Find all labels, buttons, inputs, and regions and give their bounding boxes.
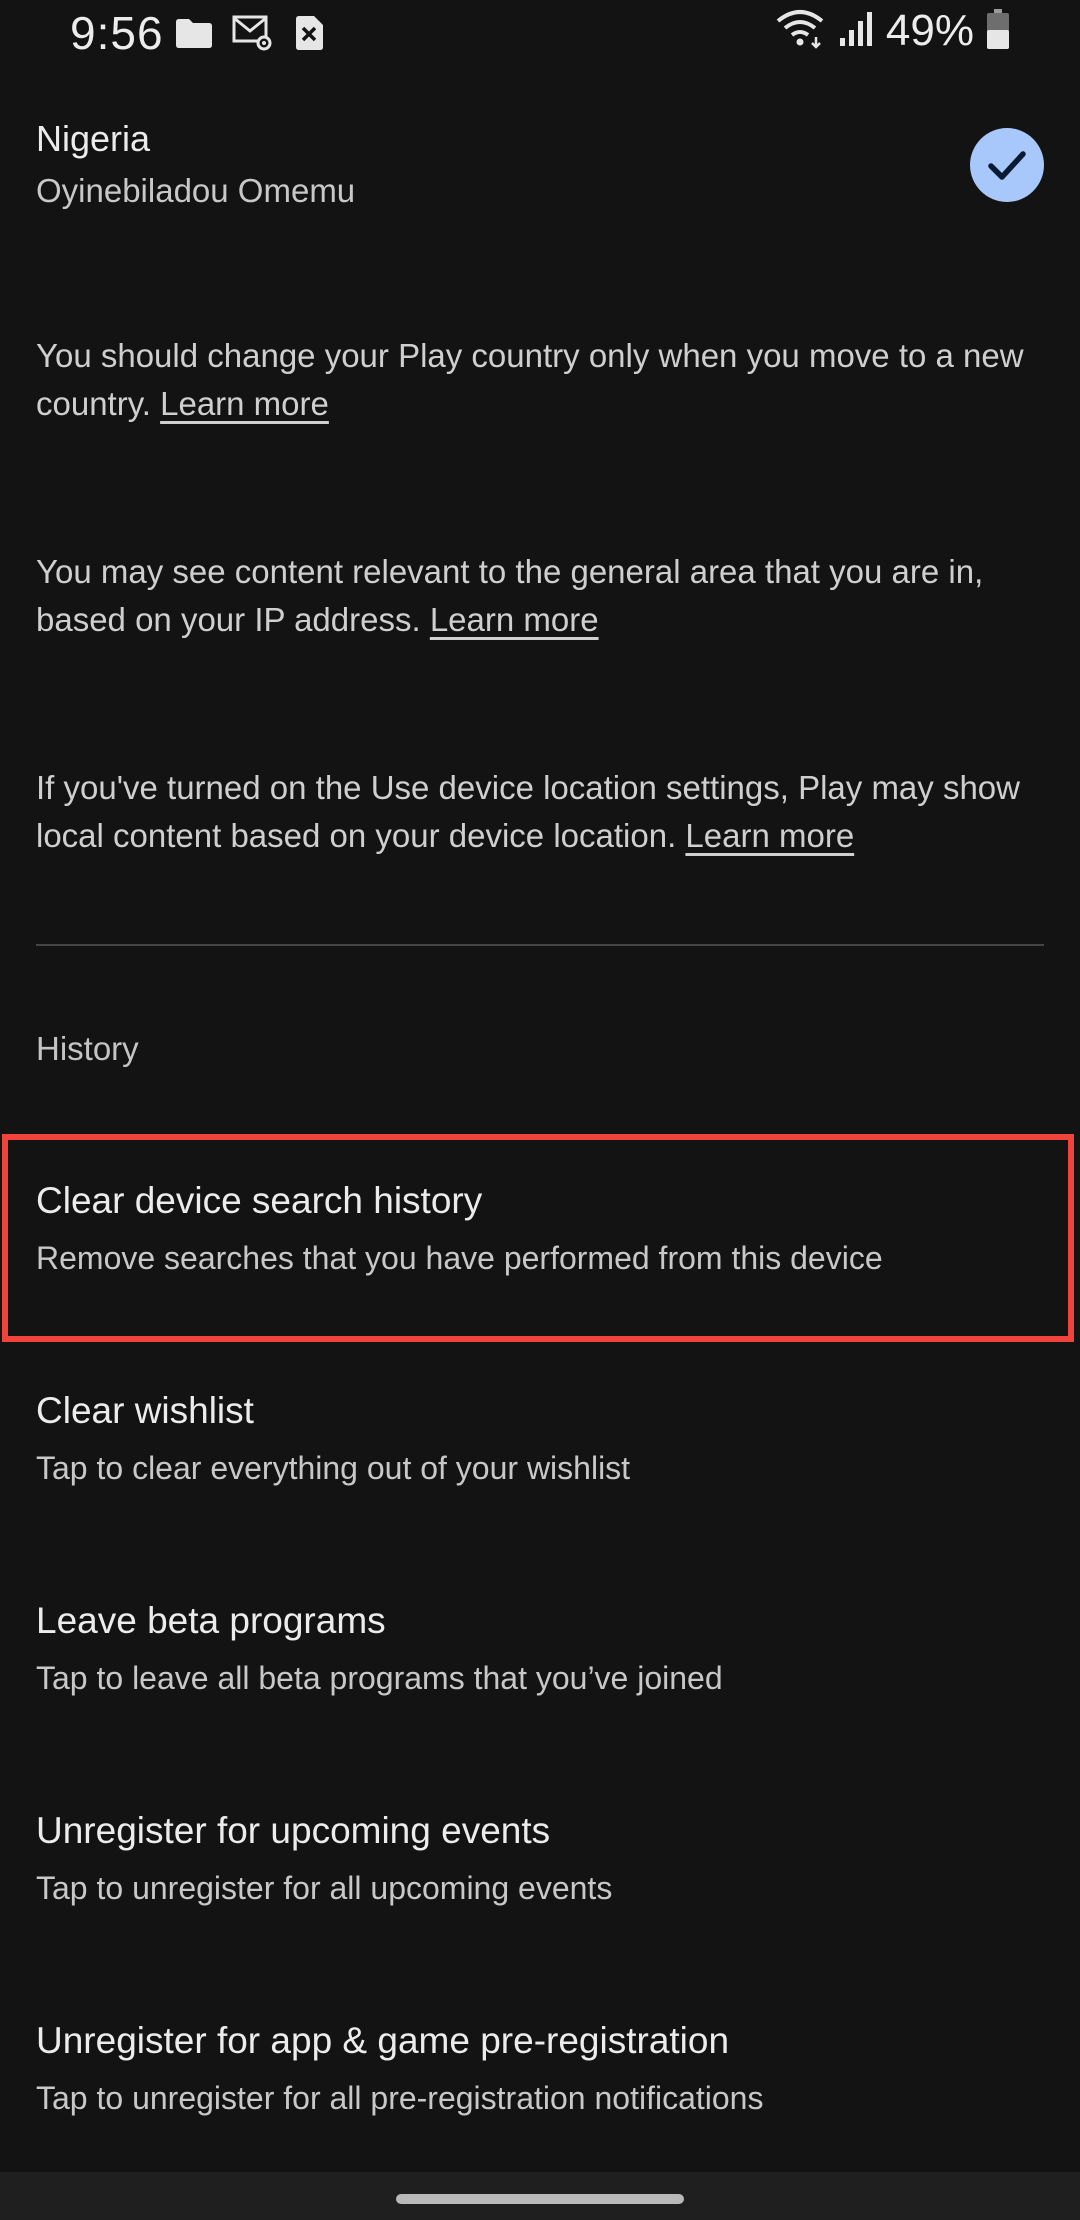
info-paragraph-device-location: If you've turned on the Use device locat… bbox=[36, 764, 1046, 860]
setting-title: Unregister for app & game pre-registrati… bbox=[36, 2020, 730, 2061]
status-right: 49% bbox=[774, 6, 1010, 56]
folder-icon bbox=[174, 16, 214, 55]
selected-check-icon bbox=[970, 128, 1044, 202]
signal-icon bbox=[838, 10, 874, 53]
battery-icon bbox=[986, 8, 1010, 55]
close-box-icon bbox=[292, 14, 326, 57]
info-paragraph-ip-address: You may see content relevant to the gene… bbox=[36, 548, 1046, 644]
country-name: Nigeria bbox=[36, 118, 151, 159]
info-text: If you've turned on the Use device locat… bbox=[36, 769, 1020, 854]
home-gesture-handle[interactable] bbox=[396, 2194, 684, 2204]
unregister-upcoming-events-item[interactable]: Unregister for upcoming events Tap to un… bbox=[0, 1772, 1080, 1962]
learn-more-link[interactable]: Learn more bbox=[160, 385, 329, 422]
section-heading-history: History bbox=[36, 1030, 139, 1067]
status-left-icons bbox=[174, 14, 326, 57]
country-account-name: Oyinebiladou Omemu bbox=[36, 172, 356, 209]
info-paragraph-change-country: You should change your Play country only… bbox=[36, 332, 1046, 428]
setting-title: Unregister for upcoming events bbox=[36, 1810, 551, 1851]
setting-title: Leave beta programs bbox=[36, 1600, 386, 1641]
status-time: 9:56 bbox=[70, 7, 164, 59]
setting-subtitle: Tap to leave all beta programs that you’… bbox=[36, 1660, 723, 1696]
highlight-box bbox=[2, 1134, 1074, 1342]
wifi-icon bbox=[774, 9, 826, 54]
leave-beta-programs-item[interactable]: Leave beta programs Tap to leave all bet… bbox=[0, 1562, 1080, 1752]
divider bbox=[36, 944, 1044, 946]
clear-wishlist-item[interactable]: Clear wishlist Tap to clear everything o… bbox=[0, 1352, 1080, 1542]
navigation-bar bbox=[0, 2172, 1080, 2220]
battery-percentage: 49% bbox=[885, 6, 974, 55]
setting-subtitle: Tap to clear everything out of your wish… bbox=[36, 1450, 631, 1486]
learn-more-link[interactable]: Learn more bbox=[685, 817, 854, 854]
mail-settings-icon bbox=[232, 14, 274, 57]
country-option-nigeria[interactable]: Nigeria Oyinebiladou Omemu bbox=[36, 112, 1044, 222]
setting-subtitle: Tap to unregister for all pre-registrati… bbox=[36, 2080, 764, 2116]
status-bar: 9:56 49% bbox=[0, 0, 1080, 72]
setting-title: Clear wishlist bbox=[36, 1390, 254, 1431]
unregister-pre-registration-item[interactable]: Unregister for app & game pre-registrati… bbox=[0, 1982, 1080, 2172]
learn-more-link[interactable]: Learn more bbox=[430, 601, 599, 638]
setting-subtitle: Tap to unregister for all upcoming event… bbox=[36, 1870, 613, 1906]
